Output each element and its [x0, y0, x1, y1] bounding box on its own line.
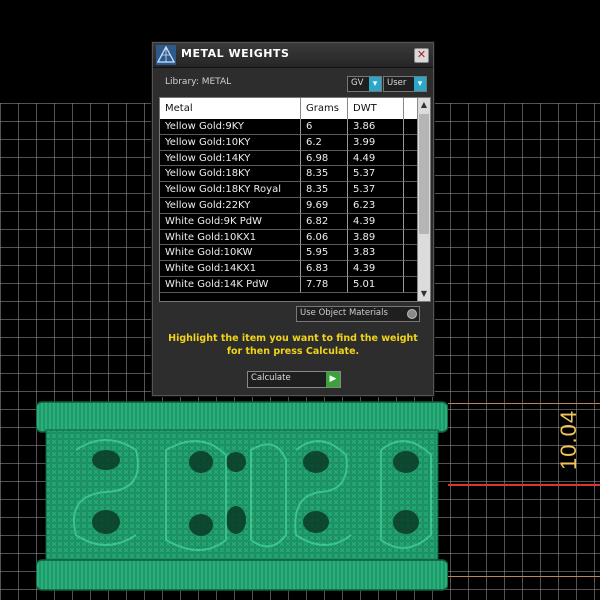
dimension-value: 10.04: [556, 409, 581, 470]
cell-dwt: 4.49: [348, 150, 404, 167]
cell-metal: White Gold:14K PdW: [160, 276, 301, 293]
table-row[interactable]: White Gold:9K PdW 6.82 4.39: [160, 213, 418, 230]
use-object-materials-label: Use Object Materials: [300, 308, 388, 318]
library-label: Library: METAL: [165, 77, 232, 87]
dialog-title: METAL WEIGHTS: [181, 47, 290, 60]
cell-dwt: 3.86: [348, 119, 404, 135]
calculate-label: Calculate: [251, 373, 291, 383]
table-row[interactable]: Yellow Gold:10KY 6.2 3.99: [160, 134, 418, 151]
scroll-down-icon[interactable]: ▼: [418, 287, 430, 301]
cell-metal: Yellow Gold:18KY Royal: [160, 182, 301, 198]
cell-extra: [404, 166, 418, 183]
radio-icon: [407, 309, 417, 319]
cell-metal: Yellow Gold:18KY: [160, 166, 301, 183]
cell-extra: [404, 150, 418, 167]
cell-grams: 5.95: [301, 245, 348, 262]
cell-metal: Yellow Gold:9KY: [160, 119, 301, 135]
cell-grams: 6.06: [301, 229, 348, 246]
close-icon: ✕: [416, 48, 427, 61]
user-select-value: User: [387, 78, 407, 88]
table-row[interactable]: White Gold:10KX1 6.06 3.89: [160, 229, 418, 246]
table-row[interactable]: White Gold:14KX1 6.83 4.39: [160, 261, 418, 277]
cell-extra: [404, 229, 418, 246]
cell-metal: White Gold:10KW: [160, 245, 301, 262]
instruction-text: Highlight the item you want to find the …: [168, 333, 418, 357]
cell-grams: 6: [301, 119, 348, 135]
dimension-extension-bottom: [448, 576, 600, 577]
cell-grams: 7.78: [301, 276, 348, 293]
cell-grams: 6.98: [301, 150, 348, 167]
column-header-dwt[interactable]: DWT: [348, 98, 404, 119]
table-row[interactable]: White Gold:14K PdW 7.78 5.01: [160, 276, 418, 293]
scroll-up-icon[interactable]: ▲: [418, 98, 430, 112]
use-object-materials-toggle[interactable]: Use Object Materials: [296, 306, 420, 322]
table-row[interactable]: Yellow Gold:18KY 8.35 5.37: [160, 166, 418, 183]
cell-extra: [404, 134, 418, 151]
cell-dwt: 5.37: [348, 166, 404, 183]
cell-dwt: 4.39: [348, 261, 404, 277]
table-row[interactable]: Yellow Gold:22KY 9.69 6.23: [160, 197, 418, 214]
table-header: Metal Grams DWT: [160, 98, 418, 119]
cell-metal: White Gold:10KX1: [160, 229, 301, 246]
cell-metal: Yellow Gold:22KY: [160, 197, 301, 214]
cell-grams: 8.35: [301, 166, 348, 183]
cell-grams: 9.69: [301, 197, 348, 214]
gv-select[interactable]: GV ▾: [347, 76, 382, 92]
table-row[interactable]: White Gold:10KW 5.95 3.83: [160, 245, 418, 262]
cell-metal: White Gold:9K PdW: [160, 213, 301, 230]
column-header-extra: [404, 98, 418, 119]
cell-extra: [404, 213, 418, 230]
user-select[interactable]: User ▾: [383, 76, 427, 92]
pyramid-app-icon: [156, 45, 176, 65]
cell-extra: [404, 261, 418, 277]
metal-table[interactable]: Metal Grams DWT Yellow Gold:9KY 6 3.86 Y…: [159, 97, 431, 302]
table-row[interactable]: Yellow Gold:18KY Royal 8.35 5.37: [160, 182, 418, 198]
cell-extra: [404, 119, 418, 135]
table-body: Yellow Gold:9KY 6 3.86 Yellow Gold:10KY …: [160, 119, 418, 293]
table-scrollbar[interactable]: ▲ ▼: [417, 98, 430, 301]
cell-grams: 6.2: [301, 134, 348, 151]
cell-dwt: 6.23: [348, 197, 404, 214]
dialog-titlebar[interactable]: METAL WEIGHTS ✕: [153, 43, 433, 68]
cell-grams: 6.82: [301, 213, 348, 230]
ring-model[interactable]: [36, 400, 448, 595]
cell-metal: White Gold:14KX1: [160, 261, 301, 277]
column-header-metal[interactable]: Metal: [160, 98, 301, 119]
table-row[interactable]: Yellow Gold:14KY 6.98 4.49: [160, 150, 418, 167]
cell-extra: [404, 182, 418, 198]
cell-metal: Yellow Gold:10KY: [160, 134, 301, 151]
cell-metal: Yellow Gold:14KY: [160, 150, 301, 167]
cell-grams: 6.83: [301, 261, 348, 277]
dropdown-icon: ▾: [414, 77, 426, 91]
cell-extra: [404, 276, 418, 293]
table-row[interactable]: Yellow Gold:9KY 6 3.86: [160, 119, 418, 135]
cell-dwt: 3.83: [348, 245, 404, 262]
cell-dwt: 5.01: [348, 276, 404, 293]
dimension-line: [448, 484, 600, 486]
cell-dwt: 3.99: [348, 134, 404, 151]
close-button[interactable]: ✕: [414, 48, 429, 63]
dropdown-icon: ▾: [369, 77, 381, 91]
cell-extra: [404, 197, 418, 214]
cell-extra: [404, 245, 418, 262]
cell-dwt: 5.37: [348, 182, 404, 198]
column-header-grams[interactable]: Grams: [301, 98, 348, 119]
scroll-thumb[interactable]: [419, 114, 429, 234]
cell-grams: 8.35: [301, 182, 348, 198]
metal-weights-dialog[interactable]: METAL WEIGHTS ✕ Library: METAL GV ▾ User…: [152, 42, 434, 396]
play-arrow-icon: ▶: [326, 372, 340, 387]
cell-dwt: 3.89: [348, 229, 404, 246]
cell-dwt: 4.39: [348, 213, 404, 230]
calculate-button[interactable]: Calculate ▶: [247, 371, 341, 388]
gv-select-value: GV: [351, 78, 364, 88]
